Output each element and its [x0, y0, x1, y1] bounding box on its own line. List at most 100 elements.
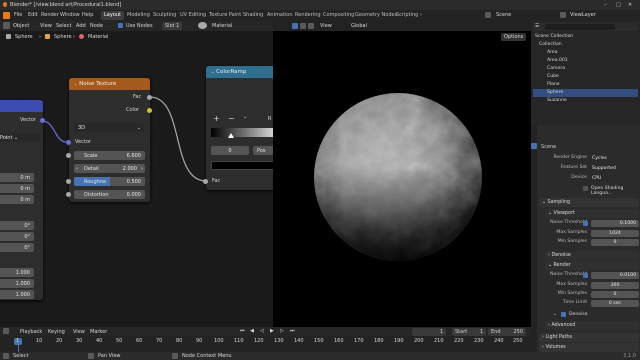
vp-denoise-subpanel[interactable]: › Denoise — [545, 251, 639, 260]
distortion-input-socket[interactable] — [66, 192, 71, 197]
vp-max-samples-field[interactable]: 1024 — [591, 230, 639, 237]
interpolation-dropdown[interactable]: R — [268, 116, 271, 122]
outliner-item[interactable]: Area — [533, 49, 638, 57]
scale-z-field[interactable]: 1.000 — [0, 290, 34, 299]
menu-view[interactable]: View — [320, 23, 332, 29]
scale-y-field[interactable]: 1.000 — [0, 279, 34, 288]
start-frame-field[interactable]: Start 1 — [452, 328, 486, 336]
vp-noise-threshold-field[interactable]: 0.1000 — [591, 220, 639, 227]
menu-view[interactable]: View — [73, 329, 85, 335]
filter-icon[interactable]: ☰ — [535, 24, 539, 29]
timeline-ruler[interactable]: 1 10 20 30 40 50 60 70 80 90 100 110 120… — [0, 336, 531, 352]
menu-playback[interactable]: Playback — [20, 329, 42, 335]
scale-input-socket[interactable] — [66, 153, 71, 158]
next-key-icon[interactable]: ▷ — [280, 328, 284, 334]
rotation-y-field[interactable]: 0° — [0, 232, 34, 241]
advanced-subpanel[interactable]: › Advanced — [545, 321, 639, 330]
color-stop-handle[interactable] — [228, 133, 234, 138]
chevron-down-icon[interactable]: ⌄ — [553, 312, 557, 317]
location-y-field[interactable]: 0 m — [0, 184, 34, 193]
vector-input-socket[interactable] — [66, 140, 71, 145]
outliner-item[interactable]: Camera — [533, 65, 638, 73]
outliner-item[interactable]: Suzanne — [533, 97, 638, 105]
outliner-item-selected[interactable]: Sphere — [533, 89, 638, 97]
chevron-down-icon[interactable]: ⌄ — [74, 81, 77, 86]
noise-threshold-checkbox[interactable] — [583, 273, 588, 278]
distortion-field[interactable]: Distortion 0.000 — [74, 190, 145, 199]
dimensions-dropdown[interactable]: 3D ⌄ — [74, 123, 145, 132]
roughness-input-socket[interactable] — [66, 179, 71, 184]
color-output-socket[interactable] — [147, 108, 152, 113]
select-box-icon[interactable] — [292, 23, 298, 29]
noise-texture-header[interactable]: ⌄ Noise Texture — [69, 78, 150, 90]
select-subtract-icon[interactable] — [308, 23, 314, 29]
device-dropdown[interactable]: CPU — [589, 175, 639, 182]
osl-checkbox[interactable] — [583, 186, 588, 191]
location-x-field[interactable]: 0 m — [0, 173, 34, 182]
maximize-icon[interactable]: □ — [616, 2, 621, 8]
close-icon[interactable]: ✕ — [628, 2, 632, 8]
viewport-subpanel-header[interactable]: ⌄ Viewport — [545, 209, 639, 218]
r-min-samples-field[interactable]: 0 — [591, 291, 639, 298]
tab-rendering[interactable]: Rendering — [292, 11, 324, 20]
view-layer-name[interactable]: ViewLayer — [570, 12, 596, 18]
menu-marker[interactable]: Marker — [90, 329, 107, 335]
mapping-type-dropdown[interactable]: Point ⌄ — [0, 133, 40, 142]
detail-field[interactable]: ‹ Detail 2.000 › — [74, 164, 145, 173]
light-paths-panel[interactable]: › Light Paths — [539, 333, 639, 342]
scene-name[interactable]: Scene — [496, 12, 511, 18]
options-dropdown[interactable]: Options — [501, 33, 527, 41]
properties-editor[interactable]: Scene Render Engine Cycles Feature Set S… — [531, 125, 640, 352]
volumes-panel[interactable]: › Volumes — [539, 343, 639, 352]
stop-index-field[interactable]: 0 — [211, 146, 249, 155]
end-frame-field[interactable]: End 250 — [488, 328, 526, 336]
play-icon[interactable]: ▶ — [270, 328, 274, 334]
play-reverse-icon[interactable]: ◁ — [260, 328, 264, 334]
remove-stop-button[interactable]: − — [228, 114, 235, 123]
select-extend-icon[interactable] — [300, 23, 306, 29]
chevron-down-icon[interactable]: ⌄ — [243, 114, 247, 120]
chevron-right-icon[interactable]: › — [420, 12, 422, 18]
outliner-item[interactable]: Scene Collection — [533, 33, 638, 41]
viewport-3d[interactable]: View Global Options — [273, 21, 531, 327]
scale-field[interactable]: Scale 6.600 — [74, 151, 145, 160]
outliner[interactable]: ☰ Scene Collection Collection Area Area.… — [531, 21, 640, 125]
mapping-node[interactable]: Vector Point ⌄ 0 m 0 m 0 m 0° 0° 0° 1.00… — [0, 100, 45, 300]
render-subpanel-header[interactable]: ⌄ Render — [545, 261, 639, 270]
mapping-node-header[interactable] — [0, 100, 43, 112]
location-z-field[interactable]: 0 m — [0, 195, 34, 204]
outliner-item[interactable]: Plane — [533, 81, 638, 89]
roughness-field[interactable]: Roughne 0.500 — [74, 177, 145, 186]
timeline[interactable]: Playback Keying View Marker ⏮ ◀ ◁ ▶ ▷ ⏭ … — [0, 327, 531, 352]
r-max-samples-field[interactable]: 300 — [591, 282, 639, 289]
properties-tab-strip[interactable] — [531, 125, 537, 352]
outliner-item[interactable]: Area.001 — [533, 57, 638, 65]
outliner-search-input[interactable] — [545, 24, 615, 30]
rotation-z-field[interactable]: 0° — [0, 243, 34, 252]
denoise-checkbox[interactable] — [561, 312, 566, 317]
prev-key-icon[interactable]: ◀ — [250, 328, 254, 334]
outliner-item[interactable]: Collection — [533, 41, 638, 49]
render-engine-dropdown[interactable]: Cycles — [589, 155, 639, 162]
render-tab-icon[interactable] — [531, 143, 537, 149]
fac-output-socket[interactable] — [147, 95, 152, 100]
jump-end-icon[interactable]: ⏭ — [290, 328, 295, 334]
clock-icon[interactable] — [3, 328, 9, 334]
current-frame-field[interactable]: 1 — [412, 328, 446, 336]
jump-start-icon[interactable]: ⏮ — [240, 328, 245, 334]
r-noise-threshold-field[interactable]: 0.0100 — [591, 272, 639, 279]
orientation-dropdown[interactable]: Global — [351, 23, 367, 29]
feature-set-dropdown[interactable]: Supported — [589, 165, 639, 172]
time-limit-field[interactable]: 0 sec — [591, 300, 639, 307]
vp-min-samples-field[interactable]: 0 — [591, 239, 639, 246]
vector-output-socket[interactable] — [40, 118, 45, 123]
noise-threshold-checkbox[interactable] — [583, 221, 588, 226]
rotation-x-field[interactable]: 0° — [0, 221, 34, 230]
fac-input-socket[interactable] — [203, 179, 208, 184]
outliner-item[interactable]: Cube — [533, 73, 638, 81]
scale-x-field[interactable]: 1.000 — [0, 268, 34, 277]
sampling-panel-header[interactable]: ⌄ Sampling — [539, 198, 639, 207]
add-stop-button[interactable]: + — [213, 114, 220, 123]
menu-keying[interactable]: Keying — [48, 329, 65, 335]
chevron-down-icon[interactable]: ⌄ — [211, 69, 214, 74]
